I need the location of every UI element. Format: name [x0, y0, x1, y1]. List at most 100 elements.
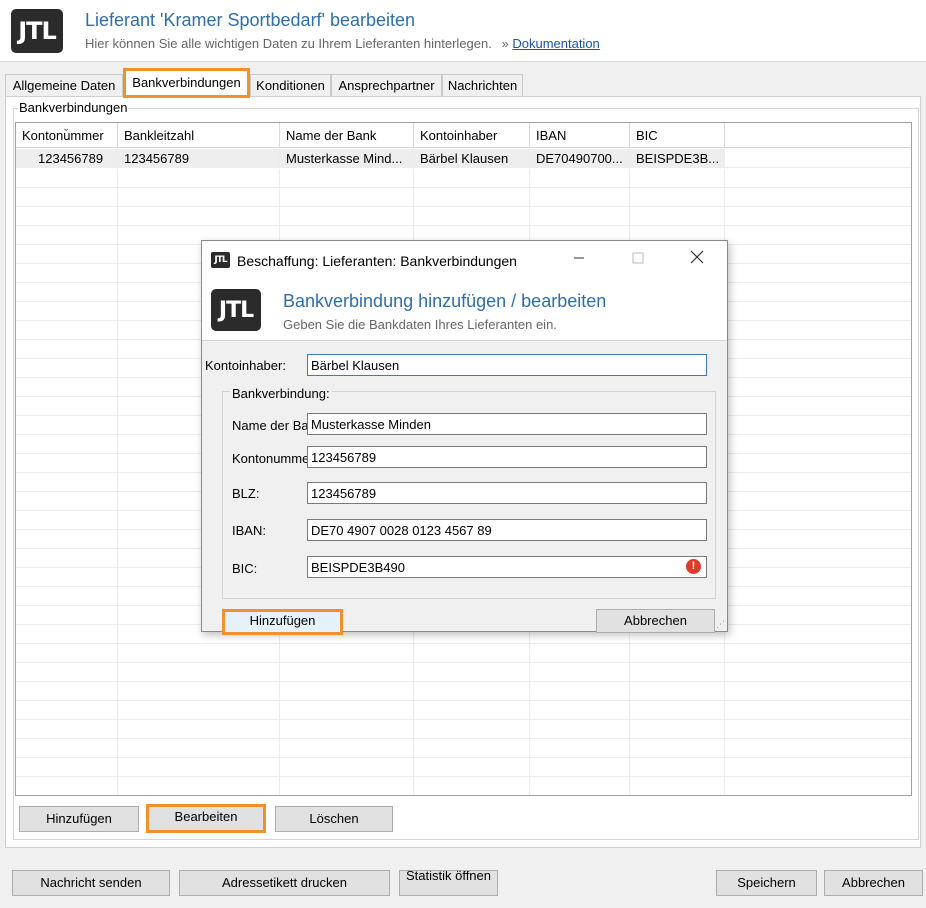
page-title: Lieferant 'Kramer Sportbedarf' bearbeite… [85, 10, 416, 30]
empty-cell [16, 587, 118, 606]
cell-bank-code: 123456789 [118, 149, 280, 168]
resize-grip-icon[interactable]: ⋰ [716, 619, 725, 630]
cell-iban: DE70490700... [530, 149, 630, 168]
empty-cell [16, 397, 118, 416]
blz-input[interactable] [307, 482, 707, 504]
empty-cell [16, 302, 118, 321]
dialog-titlebar[interactable]: JTL Beschaffung: Lieferanten: Bankverbin… [202, 241, 727, 279]
empty-grid-row [16, 644, 911, 663]
page-subtitle: Hier können Sie alle wichtigen Daten zu … [85, 36, 600, 51]
empty-cell [16, 492, 118, 511]
dialog-heading: Bankverbindung hinzufügen / bearbeiten [283, 291, 607, 311]
iban-input[interactable] [307, 519, 707, 541]
empty-cell [280, 169, 414, 188]
print-address-label-button[interactable]: Adressetikett drucken [179, 870, 390, 896]
add-bank-button[interactable]: Hinzufügen [19, 806, 139, 832]
column-header-bank-code[interactable]: Bankleitzahl [118, 123, 280, 148]
column-header-account-holder[interactable]: Kontoinhaber [414, 123, 530, 148]
column-header-bic[interactable]: BIC [630, 123, 725, 148]
empty-cell [530, 663, 630, 682]
empty-cell [16, 530, 118, 549]
empty-cell [16, 435, 118, 454]
dialog-subheading: Geben Sie die Bankdaten Ihres Lieferante… [283, 317, 557, 332]
empty-grid-row [16, 663, 911, 682]
empty-grid-row [16, 207, 911, 226]
empty-cell [16, 720, 118, 739]
blz-label: BLZ: [232, 486, 260, 501]
close-icon[interactable] [677, 247, 717, 273]
empty-cell [16, 777, 118, 795]
empty-cell [16, 549, 118, 568]
account-holder-input[interactable] [307, 354, 707, 376]
account-number-input[interactable] [307, 446, 707, 468]
empty-cell [530, 739, 630, 758]
empty-cell [16, 378, 118, 397]
empty-cell [16, 701, 118, 720]
tab-messages[interactable]: Nachrichten [442, 74, 523, 96]
empty-cell [280, 720, 414, 739]
tab-contacts[interactable]: Ansprechpartner [331, 74, 442, 96]
tab-general-data[interactable]: Allgemeine Daten [5, 74, 123, 96]
empty-cell [118, 207, 280, 226]
statistics-label: Statistik öffnen [405, 870, 492, 883]
empty-cell [530, 701, 630, 720]
empty-cell [414, 739, 530, 758]
empty-cell [280, 663, 414, 682]
open-statistics-button[interactable]: Statistik öffnen [399, 870, 498, 896]
edit-bank-button[interactable]: Bearbeiten [146, 804, 266, 833]
empty-cell [16, 454, 118, 473]
column-header-account-number[interactable]: Kontonummer ⌄ [16, 123, 118, 148]
minimize-icon[interactable] [559, 247, 599, 273]
empty-cell [16, 245, 118, 264]
tab-conditions[interactable]: Konditionen [250, 74, 331, 96]
empty-cell [16, 226, 118, 245]
link-arrow-icon: » [501, 36, 509, 51]
table-row[interactable]: 123456789 123456789 Musterkasse Mind... … [16, 149, 911, 168]
jtl-logo-small: JTL [211, 252, 230, 268]
documentation-link[interactable]: Dokumentation [512, 36, 599, 51]
empty-cell [530, 169, 630, 188]
empty-grid-row [16, 777, 911, 795]
empty-cell [16, 169, 118, 188]
empty-cell [414, 777, 530, 795]
empty-grid-row [16, 739, 911, 758]
dialog-cancel-button[interactable]: Abbrechen [596, 609, 715, 633]
empty-cell [630, 682, 725, 701]
empty-cell [280, 758, 414, 777]
account-holder-label: Kontoinhaber: [205, 358, 286, 373]
empty-cell [16, 264, 118, 283]
cell-account-number: 123456789 [16, 149, 118, 168]
delete-bank-button[interactable]: Löschen [275, 806, 393, 832]
send-message-button[interactable]: Nachricht senden [12, 870, 170, 896]
empty-cell [16, 663, 118, 682]
column-header-iban[interactable]: IBAN [530, 123, 630, 148]
empty-cell [414, 701, 530, 720]
maximize-icon[interactable] [618, 247, 658, 273]
dialog-add-button[interactable]: Hinzufügen [222, 609, 343, 635]
cancel-button[interactable]: Abbrechen [824, 870, 923, 896]
jtl-logo: JTL [11, 9, 63, 53]
empty-grid-row [16, 758, 911, 777]
empty-cell [16, 321, 118, 340]
empty-cell [16, 283, 118, 302]
empty-cell [118, 701, 280, 720]
empty-cell [630, 701, 725, 720]
bank-name-label: Name der Bank: [232, 418, 308, 433]
empty-cell [16, 340, 118, 359]
bic-label: BIC: [232, 561, 258, 576]
bic-input[interactable] [307, 556, 707, 578]
empty-cell [414, 188, 530, 207]
empty-cell [530, 758, 630, 777]
empty-cell [280, 207, 414, 226]
save-button[interactable]: Speichern [716, 870, 817, 896]
sort-arrow-icon: ⌄ [62, 123, 71, 134]
empty-cell [280, 644, 414, 663]
iban-label: IBAN: [232, 523, 266, 538]
column-header-bank-name[interactable]: Name der Bank [280, 123, 414, 148]
empty-cell [280, 739, 414, 758]
empty-grid-row [16, 169, 911, 188]
bank-name-input[interactable] [307, 413, 707, 435]
tab-bank-connections[interactable]: Bankverbindungen [123, 68, 250, 98]
empty-cell [414, 207, 530, 226]
empty-cell [414, 720, 530, 739]
